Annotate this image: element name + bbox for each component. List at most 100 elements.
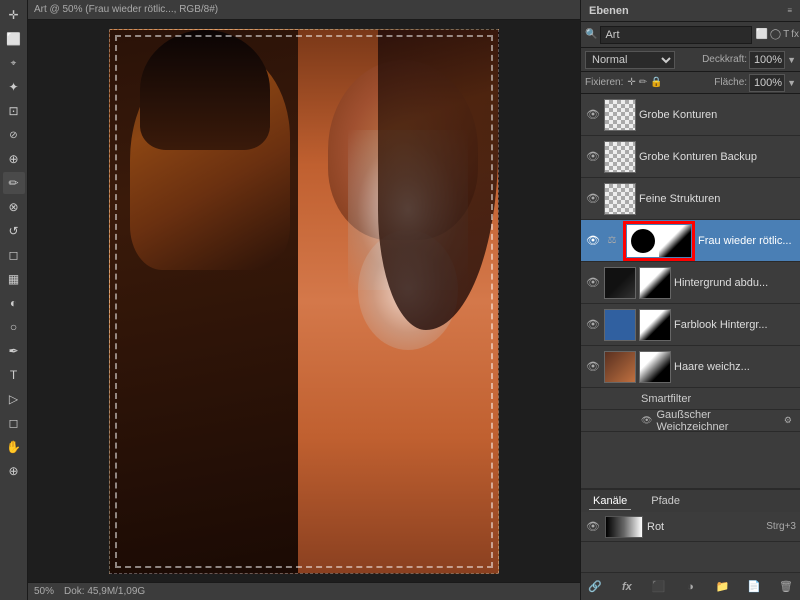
layers-list[interactable]: 👁 Grobe Konturen 👁 Grobe Konturen Backup… (581, 94, 800, 488)
tool-history-brush[interactable]: ↺ (3, 220, 25, 242)
fix-all-icon[interactable]: 🔒 (650, 77, 662, 88)
tool-lasso[interactable]: ⌖ (3, 52, 25, 74)
main-area: Art @ 50% (Frau wieder rötlic..., RGB/8#… (28, 0, 580, 600)
filter-effects-icon[interactable]: fx (791, 29, 799, 40)
search-bar: 🔍 ⬜ ◯ T fx ◑ (581, 22, 800, 48)
opacity-label: Deckkraft: (702, 54, 747, 65)
filter-smart-icon[interactable]: T (783, 29, 789, 40)
fix-brush-icon[interactable]: ✏ (639, 77, 647, 88)
status-doc-size: Dok: 45,9M/1,09G (64, 586, 145, 597)
layer-name: Grobe Konturen (639, 109, 796, 121)
layer-row-selected[interactable]: 👁 ⚖ Frau wieder rötlic... (581, 220, 800, 262)
tool-hand[interactable]: ✋ (3, 436, 25, 458)
layer-name: Hintergrund abdu... (674, 277, 796, 289)
smartfilter-row: Smartfilter (581, 388, 800, 410)
layer-row[interactable]: 👁 Hintergrund abdu... (581, 262, 800, 304)
tool-select-rect[interactable]: ⬜ (3, 28, 25, 50)
layer-visibility-toggle[interactable]: 👁 (585, 275, 601, 291)
tool-eraser[interactable]: ◻ (3, 244, 25, 266)
layer-thumbnail (604, 99, 636, 131)
tool-zoom[interactable]: ⊕ (3, 460, 25, 482)
tab-kanaele[interactable]: Kanäle (589, 493, 631, 510)
opacity-arrow-icon[interactable]: ▼ (787, 55, 796, 65)
tool-text[interactable]: T (3, 364, 25, 386)
blend-mode-select[interactable]: Normal Multiplizieren Abblenden (585, 51, 675, 69)
channel-shortcut: Strg+3 (766, 521, 796, 532)
layers-panel-title: Ebenen (589, 5, 629, 17)
mask-button[interactable]: ⬛ (649, 577, 669, 597)
new-layer-button[interactable]: 📄 (744, 577, 764, 597)
layer-row[interactable]: 👁 Grobe Konturen Backup (581, 136, 800, 178)
tool-move[interactable]: ✛ (3, 4, 25, 26)
adjustment-button[interactable]: ◑ (680, 577, 700, 597)
layer-name: Feine Strukturen (639, 193, 796, 205)
canvas-area[interactable] (28, 20, 580, 582)
layer-row[interactable]: 👁 Haare weichz... (581, 346, 800, 388)
tool-crop[interactable]: ⊡ (3, 100, 25, 122)
layers-panel-header: Ebenen ≡ (581, 0, 800, 22)
channel-thumbnail (605, 516, 643, 538)
tool-gradient[interactable]: ▦ (3, 268, 25, 290)
flaeche-group: Fläche: ▼ (714, 74, 796, 92)
gaussfilter-settings-icon[interactable]: ⚙ (784, 415, 792, 426)
status-zoom: 50% (34, 586, 54, 597)
channel-visibility-toggle[interactable]: 👁 (585, 519, 601, 535)
flaeche-label: Fläche: (714, 77, 747, 88)
layer-thumbnail (604, 267, 636, 299)
fx-button[interactable]: fx (617, 577, 637, 597)
layer-thumbnail-mask (639, 351, 671, 383)
filter-attr-icon[interactable]: ◯ (770, 29, 781, 40)
layer-visibility-toggle[interactable]: 👁 (585, 107, 601, 123)
search-filter-icons: ⬜ ◯ T fx ◑ (755, 29, 800, 40)
top-bar-text: Art @ 50% (Frau wieder rötlic..., RGB/8#… (34, 4, 218, 15)
eye-icon[interactable]: 👁 (641, 415, 652, 426)
layer-name: Grobe Konturen Backup (639, 151, 796, 163)
tool-magic-wand[interactable]: ✦ (3, 76, 25, 98)
tool-healing[interactable]: ⊕ (3, 148, 25, 170)
link-button[interactable]: 🔗 (585, 577, 605, 597)
layer-thumbnail (604, 183, 636, 215)
flaeche-arrow-icon[interactable]: ▼ (787, 78, 796, 88)
tool-clone-stamp[interactable]: ⊗ (3, 196, 25, 218)
tool-eyedropper[interactable]: ⊘ (3, 124, 25, 146)
layer-name: Haare weichz... (674, 361, 796, 373)
canvas-image (109, 29, 499, 574)
layer-visibility-toggle[interactable]: 👁 (585, 233, 601, 249)
top-bar: Art @ 50% (Frau wieder rötlic..., RGB/8#… (28, 0, 580, 20)
flaeche-input[interactable] (749, 74, 785, 92)
panel-menu-icon[interactable]: ≡ (787, 6, 792, 15)
tool-pen[interactable]: ✒ (3, 340, 25, 362)
filter-type-icon[interactable]: ⬜ (755, 29, 767, 40)
layer-thumbnail-main (627, 225, 659, 257)
tool-path-select[interactable]: ▷ (3, 388, 25, 410)
layer-visibility-toggle[interactable]: 👁 (585, 317, 601, 333)
opacity-input[interactable] (749, 51, 785, 69)
search-input[interactable] (600, 26, 752, 44)
layer-visibility-toggle[interactable]: 👁 (585, 359, 601, 375)
tool-dodge[interactable]: ○ (3, 316, 25, 338)
left-toolbar: ✛ ⬜ ⌖ ✦ ⊡ ⊘ ⊕ ✏ ⊗ ↺ ◻ ▦ ◐ ○ ✒ T ▷ ◻ ✋ ⊕ (0, 0, 28, 600)
layer-thumbnail-mask (639, 267, 671, 299)
layer-row[interactable]: 👁 Grobe Konturen (581, 94, 800, 136)
status-bar: 50% Dok: 45,9M/1,09G (28, 582, 580, 600)
folder-button[interactable]: 📁 (712, 577, 732, 597)
delete-layer-button[interactable]: 🗑 (776, 577, 796, 597)
layer-visibility-toggle[interactable]: 👁 (585, 191, 601, 207)
tool-shape[interactable]: ◻ (3, 412, 25, 434)
layer-row[interactable]: 👁 Farblook Hintergr... (581, 304, 800, 346)
channels-section: 👁 Rot Strg+3 (581, 512, 800, 572)
tool-brush[interactable]: ✏ (3, 172, 25, 194)
tab-pfade[interactable]: Pfade (647, 493, 684, 509)
channel-row[interactable]: 👁 Rot Strg+3 (581, 512, 800, 542)
layer-visibility-toggle[interactable]: 👁 (585, 149, 601, 165)
layer-thumbnail (604, 309, 636, 341)
layer-row[interactable]: 👁 Feine Strukturen (581, 178, 800, 220)
right-panel: Ebenen ≡ 🔍 ⬜ ◯ T fx ◑ Normal Multiplizie… (580, 0, 800, 600)
panel-header-icons: ≡ (787, 6, 792, 15)
layer-thumbnail-mask (659, 225, 691, 257)
fix-label: Fixieren: (585, 77, 623, 88)
tool-blur[interactable]: ◐ (3, 292, 25, 314)
fix-position-icon[interactable]: ✛ (627, 77, 635, 88)
layer-name: Farblook Hintergr... (674, 319, 796, 331)
layer-thumbnail (604, 351, 636, 383)
